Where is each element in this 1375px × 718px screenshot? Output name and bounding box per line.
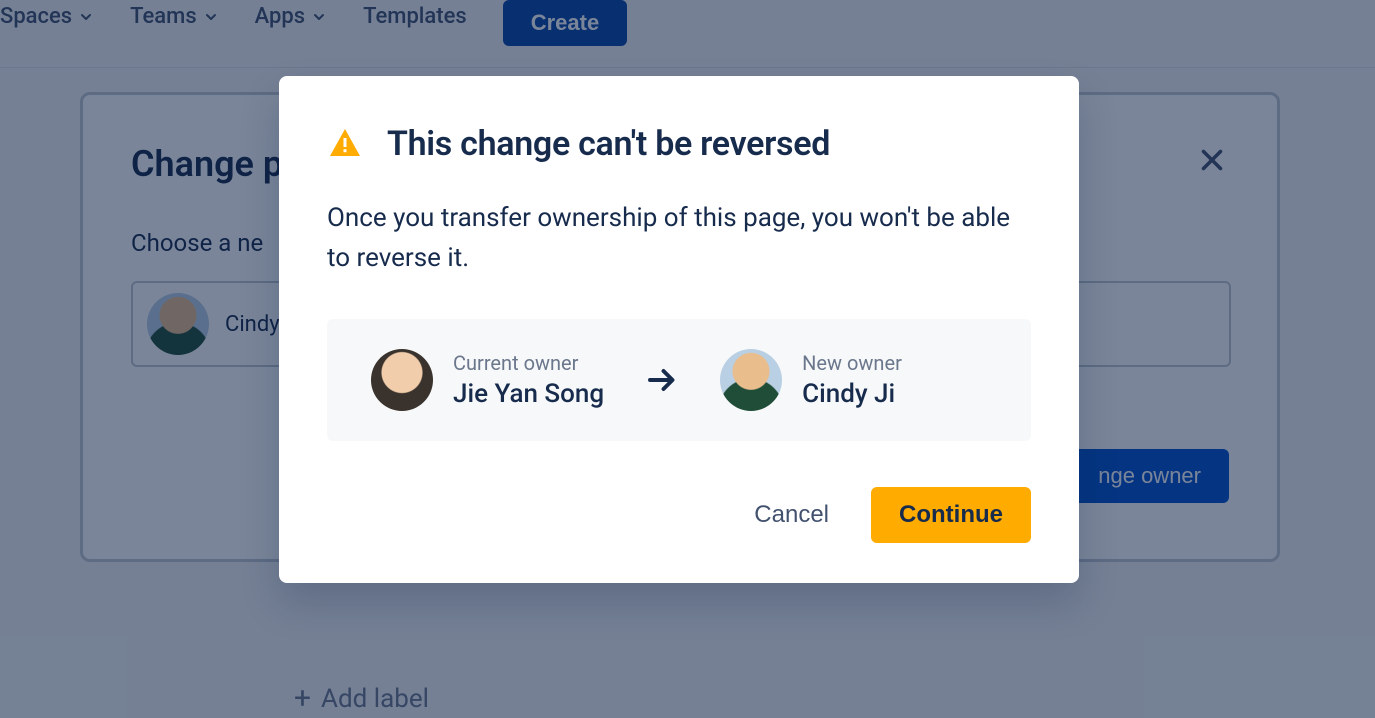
avatar <box>720 349 782 411</box>
modal-title: This change can't be reversed <box>387 124 830 164</box>
owner-meta: Current owner Jie Yan Song <box>453 351 604 409</box>
new-owner: New owner Cindy Ji <box>720 349 902 411</box>
current-owner-name: Jie Yan Song <box>453 379 604 409</box>
modal-body-text: Once you transfer ownership of this page… <box>327 198 1031 279</box>
new-owner-label: New owner <box>802 351 902 375</box>
confirm-modal: This change can't be reversed Once you t… <box>279 76 1079 583</box>
modal-header: This change can't be reversed <box>327 124 1031 164</box>
owner-meta: New owner Cindy Ji <box>802 351 902 409</box>
current-owner-label: Current owner <box>453 351 604 375</box>
continue-button[interactable]: Continue <box>871 487 1031 543</box>
warning-icon <box>327 126 363 162</box>
modal-actions: Cancel Continue <box>327 487 1031 543</box>
arrow-right-icon <box>644 362 680 398</box>
cancel-button[interactable]: Cancel <box>740 489 843 541</box>
owner-transfer-box: Current owner Jie Yan Song New owner Cin… <box>327 319 1031 441</box>
new-owner-name: Cindy Ji <box>802 379 902 409</box>
avatar <box>371 349 433 411</box>
current-owner: Current owner Jie Yan Song <box>371 349 604 411</box>
